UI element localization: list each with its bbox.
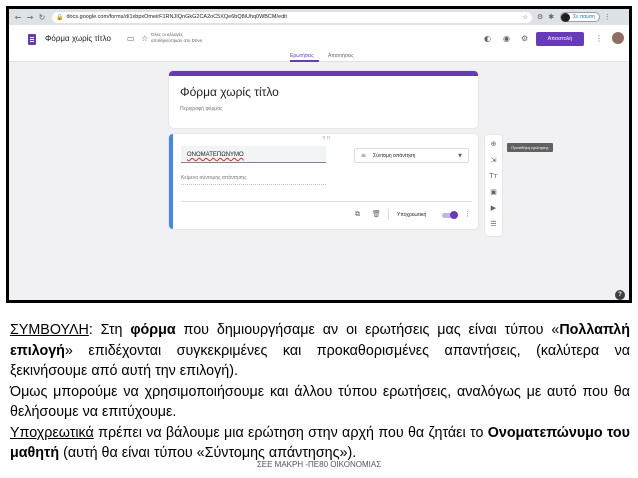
- tip-label: ΣΥΜΒΟΥΛΗ: [10, 322, 89, 338]
- instructions-paragraph-2: Όμως μπορούμε να χρησιμοποιήσουμε και άλ…: [10, 383, 630, 421]
- question-type-label: Σύντομη απάντηση: [373, 153, 416, 159]
- delete-trash-icon[interactable]: 🗑: [372, 210, 381, 218]
- duplicate-icon[interactable]: ⧉: [355, 210, 360, 219]
- help-icon[interactable]: ?: [615, 290, 625, 300]
- question-type-select[interactable]: ≡ Σύντομη απάντηση ▼: [354, 148, 469, 163]
- star-icon[interactable]: ☆: [141, 34, 148, 43]
- footer-separator: [388, 209, 389, 220]
- tab-responses[interactable]: Απαντήσεις: [328, 53, 354, 59]
- user-avatar[interactable]: [612, 32, 624, 44]
- p1-text-c: » επιδέχονται συγκεκριμένες και προκαθορ…: [10, 342, 630, 380]
- instructions-paragraph-3: Υποχρεωτικά πρέπει να βάλουμε μια ερώτησ…: [10, 423, 630, 464]
- question-side-toolbar: ⊕ ⇲ Tт ▣ ▶ ☰: [485, 135, 502, 236]
- browser-menu-icon[interactable]: ⋮: [604, 13, 611, 21]
- more-options-icon[interactable]: ⋮: [595, 34, 603, 43]
- question-title-text: ΟΝΟΜΑΤΕΠΩΝΥΜΟ: [187, 152, 244, 158]
- preview-eye-icon[interactable]: ◉: [503, 34, 510, 43]
- address-bar[interactable]: 🔒 docs.google.com/forms/d/1xbpxOmeirF1RN…: [52, 11, 532, 23]
- instructions-paragraph-1: ΣΥΜΒΟΥΛΗ: Στη φόρμα που δημιουργήσαμε αν…: [10, 320, 630, 382]
- url-text: docs.google.com/forms/d/1xbpxOmeirF1RNJI…: [66, 14, 287, 20]
- forms-header: Φόρμα χωρίς τίτλο ▭ ☆ Όλες οι αλλαγές απ…: [9, 25, 629, 62]
- short-answer-placeholder: Κείμενο σύντομης απάντησης: [181, 175, 326, 185]
- add-video-icon[interactable]: ▶: [485, 204, 502, 212]
- form-title-card[interactable]: Φόρμα χωρίς τίτλο Περιγραφή φόρμας: [169, 71, 478, 128]
- question-card[interactable]: ⠿⠿ ΟΝΟΜΑΤΕΠΩΝΥΜΟ ≡ Σύντομη απάντηση ▼ Κε…: [169, 134, 478, 229]
- p3-text-b: (αυτή θα είναι τύπου «Σύντομης απάντησης…: [59, 445, 357, 461]
- question-title-field[interactable]: ΟΝΟΜΑΤΕΠΩΝΥΜΟ: [181, 146, 326, 163]
- lock-icon: 🔒: [56, 13, 64, 21]
- p3-required-word: Υποχρεωτικά: [10, 424, 94, 441]
- document-title[interactable]: Φόρμα χωρίς τίτλο: [45, 34, 111, 43]
- extension-icon[interactable]: ⚙: [537, 13, 543, 21]
- palette-icon[interactable]: ◐: [484, 34, 491, 43]
- instructions-text: ΣΥΜΒΟΥΛΗ: Στη φόρμα που δημιουργήσαμε αν…: [10, 320, 630, 464]
- forward-icon[interactable]: →: [25, 12, 35, 22]
- tab-bar: Ερωτήσεις Απαντήσεις: [9, 53, 629, 62]
- chevron-down-icon: ▼: [458, 153, 462, 159]
- slide-footer: ΣΕΕ ΜΑΚΡΗ -ΠΕ80 ΟΙΚΟΝΟΜΙΑΣ: [256, 460, 382, 469]
- profile-button[interactable]: Σε παύση: [560, 12, 600, 22]
- bookmark-star-icon[interactable]: ☆: [523, 14, 528, 21]
- back-icon[interactable]: ←: [13, 12, 23, 22]
- add-section-icon[interactable]: ☰: [485, 220, 502, 228]
- add-question-icon[interactable]: ⊕: [485, 140, 502, 148]
- p3-text-a: πρέπει να βάλουμε μια ερώτηση στην αρχή …: [93, 424, 488, 441]
- profile-label: Σε παύση: [573, 14, 595, 20]
- folder-icon[interactable]: ▭: [127, 34, 135, 43]
- p1-form-word: φόρμα: [130, 322, 176, 338]
- add-image-icon[interactable]: ▣: [485, 188, 502, 196]
- question-more-icon[interactable]: ⋮: [464, 210, 471, 218]
- add-title-icon[interactable]: Tт: [485, 172, 502, 180]
- screenshot-frame: ← → ↻ 🔒 docs.google.com/forms/d/1xbpxOme…: [6, 6, 632, 303]
- tab-questions[interactable]: Ερωτήσεις: [290, 53, 314, 59]
- save-status: Όλες οι αλλαγές αποθηκεύτηκαν στο Drive: [151, 32, 203, 43]
- import-question-icon[interactable]: ⇲: [485, 156, 502, 164]
- required-toggle-knob[interactable]: [450, 211, 458, 219]
- card-divider: [181, 201, 472, 202]
- drag-handle-icon[interactable]: ⠿⠿: [322, 136, 331, 142]
- form-heading[interactable]: Φόρμα χωρίς τίτλο: [180, 85, 279, 99]
- reload-icon[interactable]: ↻: [37, 12, 47, 22]
- send-button[interactable]: Αποστολή: [536, 32, 584, 46]
- form-description-field[interactable]: Περιγραφή φόρμας: [180, 106, 223, 112]
- settings-gear-icon[interactable]: ⚙: [521, 34, 528, 43]
- add-question-tooltip: Προσθήκη ερώτησης: [507, 143, 553, 152]
- short-answer-icon: ≡: [361, 152, 367, 159]
- profile-avatar: [561, 12, 571, 22]
- browser-toolbar: ← → ↻ 🔒 docs.google.com/forms/d/1xbpxOme…: [9, 9, 629, 25]
- active-tab-indicator: [290, 60, 319, 62]
- p1-text-b: που δημιουργήσαμε αν οι ερωτήσεις μας εί…: [175, 322, 560, 338]
- forms-logo-icon[interactable]: [28, 34, 36, 45]
- required-label: Υποχρεωτική: [397, 212, 427, 218]
- puzzle-icon[interactable]: ✱: [548, 13, 554, 21]
- p1-text-a: : Στη: [88, 322, 131, 338]
